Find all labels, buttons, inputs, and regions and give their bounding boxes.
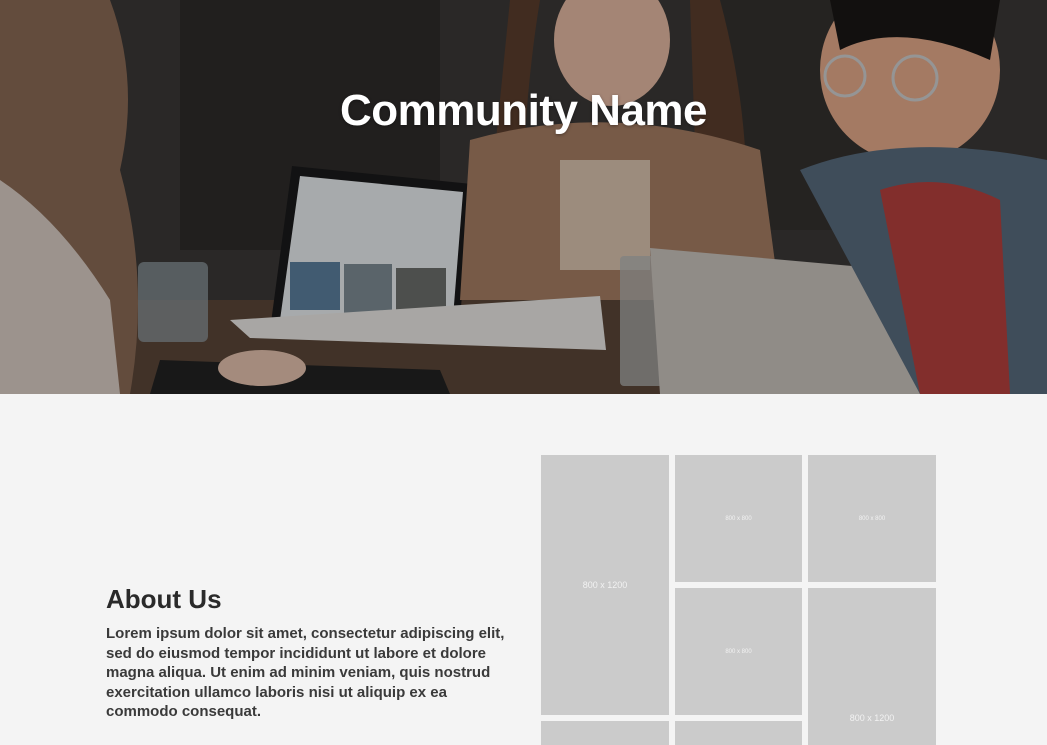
placeholder-size-label: 800 x 800 <box>858 515 886 522</box>
gallery-image-placeholder[interactable]: 800 x 800 <box>675 588 802 715</box>
gallery-image-placeholder[interactable] <box>541 721 669 745</box>
gallery-image-placeholder[interactable] <box>675 721 802 745</box>
image-gallery: 800 x 1200 800 x 800 800 x 800 800 x 800… <box>541 455 936 745</box>
about-heading: About Us <box>106 584 222 614</box>
hero-banner: Community Name <box>0 0 1047 394</box>
gallery-image-placeholder[interactable]: 800 x 1200 <box>808 588 936 745</box>
hero-title: Community Name <box>339 86 708 135</box>
gallery-image-placeholder[interactable]: 800 x 800 <box>675 455 802 582</box>
about-body-text: Lorem ipsum dolor sit amet, consectetur … <box>106 625 505 720</box>
about-section: About Us Lorem ipsum dolor sit amet, con… <box>106 582 516 722</box>
hero-photo <box>0 0 1047 394</box>
placeholder-size-label: 800 x 1200 <box>849 713 895 723</box>
placeholder-size-label: 800 x 800 <box>725 515 752 522</box>
gallery-image-placeholder[interactable]: 800 x 1200 <box>541 455 669 715</box>
placeholder-size-label: 800 x 800 <box>725 648 752 655</box>
gallery-image-placeholder[interactable]: 800 x 800 <box>808 455 936 582</box>
placeholder-size-label: 800 x 1200 <box>582 580 628 590</box>
